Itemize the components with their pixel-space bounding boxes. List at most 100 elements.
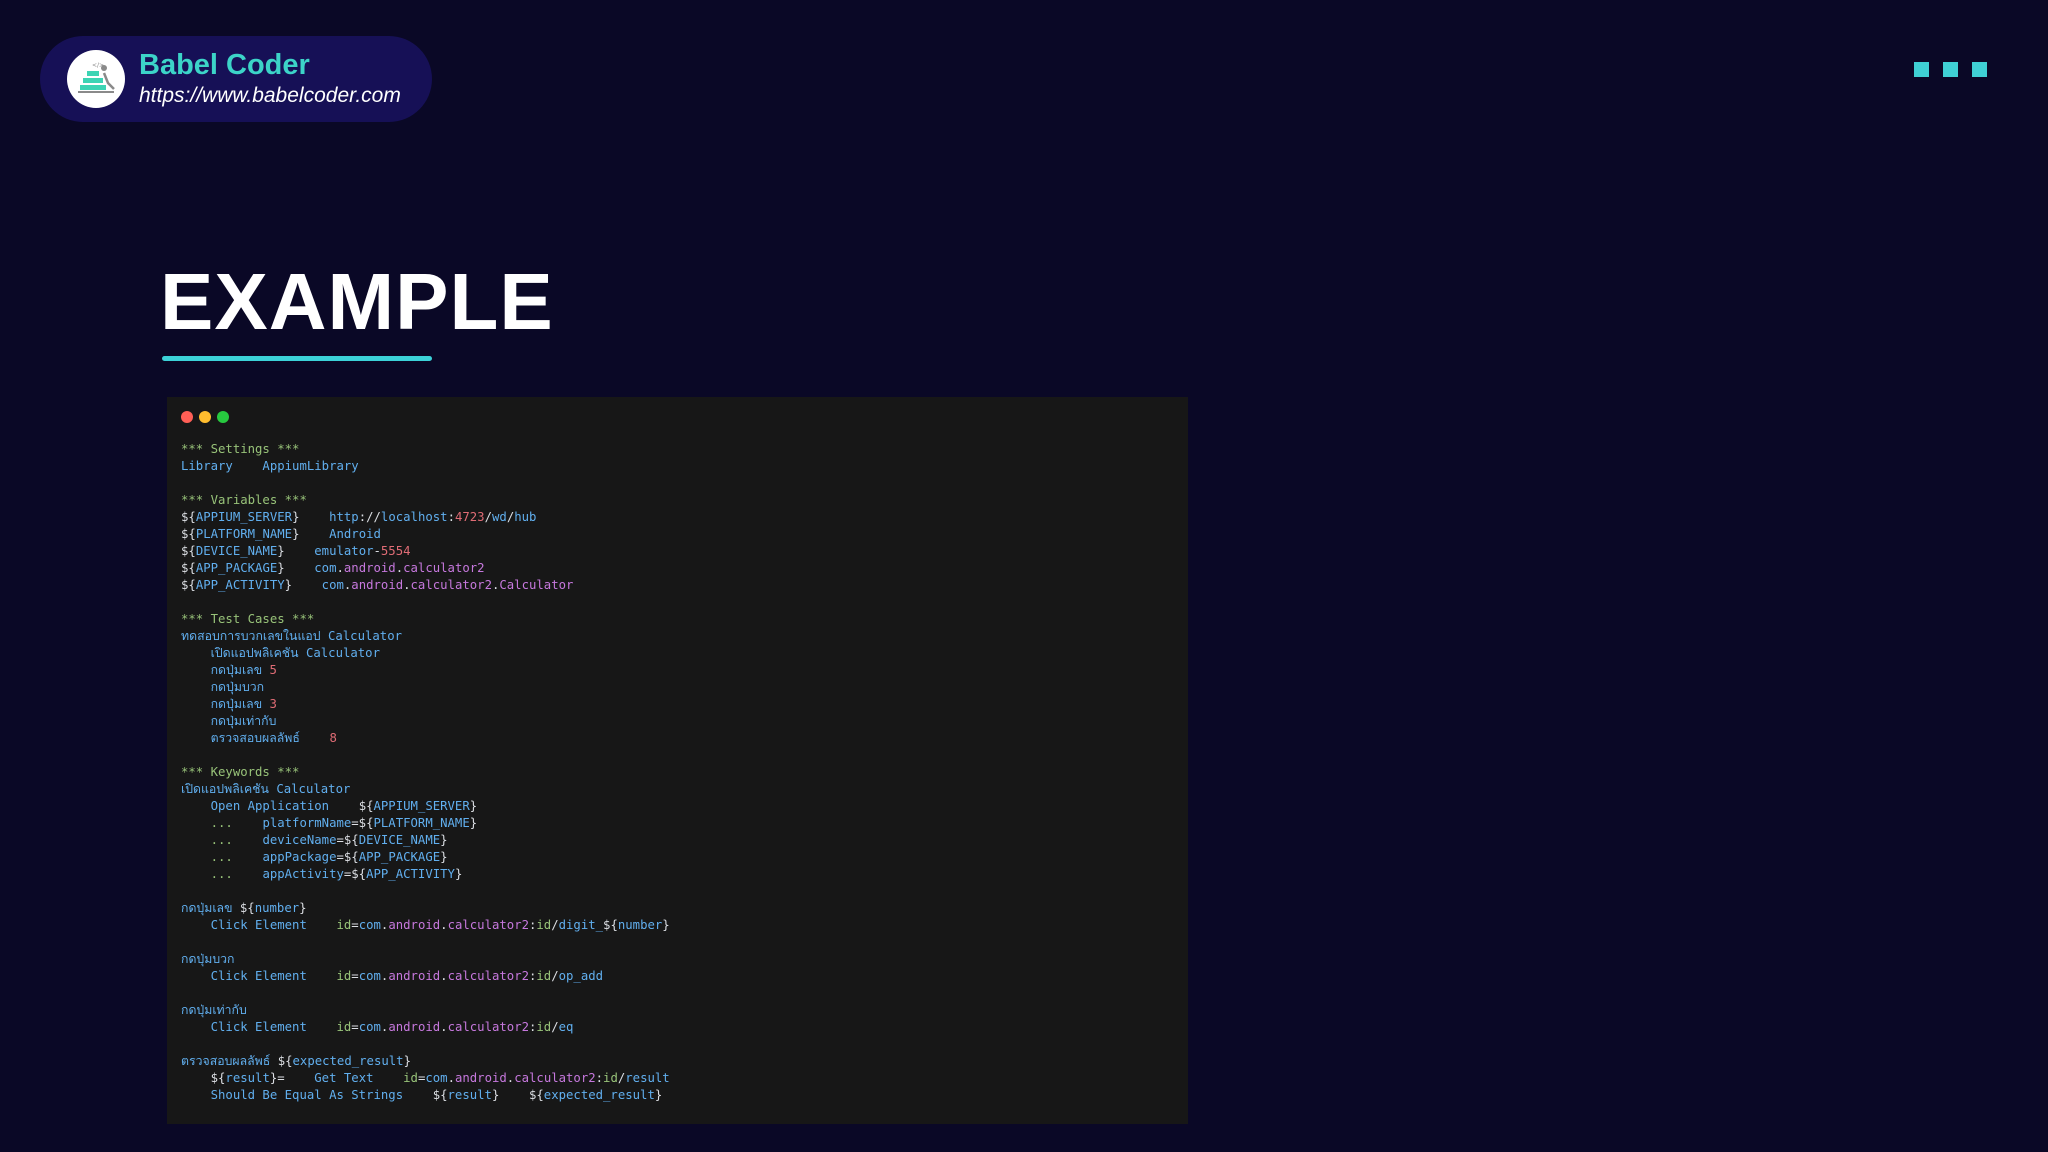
code-line: ${APP_ACTIVITY} com.android.calculator2.…	[181, 577, 670, 594]
code-token: ${	[181, 544, 196, 558]
code-line: Should Be Equal As Strings ${result} ${e…	[181, 1087, 670, 1104]
code-token: :	[595, 1071, 604, 1085]
code-token: Library AppiumLibrary	[181, 459, 359, 473]
code-token: }	[469, 799, 478, 813]
code-line: ทดสอบการบวกเลขในแอป Calculator	[181, 628, 670, 645]
code-token: :	[447, 510, 455, 524]
code-token: id	[603, 1071, 618, 1085]
code-token: ทดสอบการบวกเลขในแอป Calculator	[181, 629, 403, 643]
brand-header: </> Babel Coder https://www.babelcoder.c…	[40, 36, 432, 122]
code-token: ${	[528, 1088, 544, 1102]
code-line: Open Application ${APPIUM_SERVER}	[181, 798, 670, 815]
code-token: .	[447, 1071, 455, 1085]
code-token: com	[358, 1020, 381, 1034]
code-token: 5554	[380, 544, 411, 558]
code-token: ${	[432, 1088, 448, 1102]
brand-text: Babel Coder https://www.babelcoder.com	[139, 48, 401, 110]
brand-name: Babel Coder	[139, 49, 310, 81]
code-token: =${	[336, 850, 359, 864]
code-token: 8	[329, 731, 337, 745]
code-line: ตรวจสอบผลลัพธ์ ${expected_result}	[181, 1053, 670, 1070]
code-line: Click Element id=com.android.calculator2…	[181, 1019, 670, 1036]
code-token: =	[351, 918, 359, 932]
code-token: result	[447, 1088, 492, 1102]
code-token: }	[277, 544, 285, 558]
code-token: com	[358, 969, 381, 983]
code-line: Library AppiumLibrary	[181, 458, 670, 475]
code-token: }	[440, 850, 448, 864]
code-token: op_add	[558, 969, 604, 983]
code-token: กดปุ่มบวก	[181, 680, 265, 694]
code-token: ${	[181, 527, 196, 541]
code-line: *** Variables ***	[181, 492, 670, 509]
code-token: ${	[239, 901, 255, 915]
code-block: *** Settings *** Library AppiumLibrary ***…	[181, 441, 670, 1104]
code-token: 5	[269, 663, 277, 677]
code-line: ${result}= Get Text id=com.android.calcu…	[181, 1070, 670, 1087]
code-line: กดปุ่มเท่ากับ	[181, 713, 670, 730]
code-token: id	[336, 1020, 352, 1034]
code-token: expected_result	[543, 1088, 655, 1102]
code-token: =	[351, 969, 359, 983]
code-token: Click Element	[181, 918, 337, 932]
code-token: /	[484, 510, 492, 524]
maximize-dot-icon	[217, 411, 229, 423]
code-token: ${	[603, 918, 618, 932]
code-token: Android	[299, 527, 381, 541]
code-token: }	[654, 1088, 663, 1102]
code-token: eq	[558, 1020, 574, 1034]
code-token: calculator2	[447, 1020, 529, 1034]
code-token: id	[536, 1020, 552, 1034]
code-token: =${	[351, 816, 374, 830]
code-token: เปิดแอปพลิเคชัน Calculator	[181, 646, 380, 660]
square-icon	[1943, 62, 1958, 77]
code-token: ตรวจสอบผลลัพธ์	[181, 1054, 278, 1068]
close-dot-icon	[181, 411, 193, 423]
code-token: result	[225, 1071, 270, 1085]
code-token: android	[454, 1071, 507, 1085]
code-token: ...	[181, 867, 263, 881]
title-underline	[162, 356, 432, 361]
code-token: calculator2	[403, 561, 485, 575]
code-token: กดปุ่มเลข	[181, 697, 270, 711]
code-token: ...	[181, 833, 263, 847]
code-line: กดปุ่มเท่ากับ	[181, 1002, 670, 1019]
code-token: }=	[269, 1071, 285, 1085]
code-token: }	[277, 561, 285, 575]
code-token: APPIUM_SERVER	[195, 510, 293, 524]
code-token: .	[440, 1020, 448, 1034]
code-line: *** Test Cases ***	[181, 611, 670, 628]
code-token: number	[254, 901, 300, 915]
code-token: id	[336, 918, 352, 932]
code-token: *** Settings ***	[181, 442, 300, 456]
code-token: DEVICE_NAME	[358, 833, 441, 847]
code-token: Calculator	[499, 578, 574, 592]
code-token: localhost	[380, 510, 448, 524]
code-token: APP_ACTIVITY	[195, 578, 285, 592]
code-token: ${	[181, 510, 196, 524]
svg-text:</>: </>	[92, 62, 104, 69]
code-line: ... platformName=${PLATFORM_NAME}	[181, 815, 670, 832]
code-token: Get Text	[284, 1071, 404, 1085]
brand-url[interactable]: https://www.babelcoder.com	[139, 82, 401, 110]
code-token: .	[440, 969, 448, 983]
code-token: calculator2	[447, 969, 529, 983]
code-token: com	[425, 1071, 448, 1085]
code-token: com	[292, 578, 344, 592]
code-token: ${	[181, 1071, 226, 1085]
code-token: ...	[181, 816, 263, 830]
code-token: 4723	[454, 510, 485, 524]
code-token: emulator	[284, 544, 374, 558]
code-token: android	[351, 578, 404, 592]
code-token: .	[336, 561, 344, 575]
code-line: กดปุ่มบวก	[181, 951, 670, 968]
code-token: number	[617, 918, 663, 932]
code-token: calculator2	[514, 1071, 596, 1085]
code-token: }	[440, 833, 448, 847]
code-token: wd	[492, 510, 507, 524]
